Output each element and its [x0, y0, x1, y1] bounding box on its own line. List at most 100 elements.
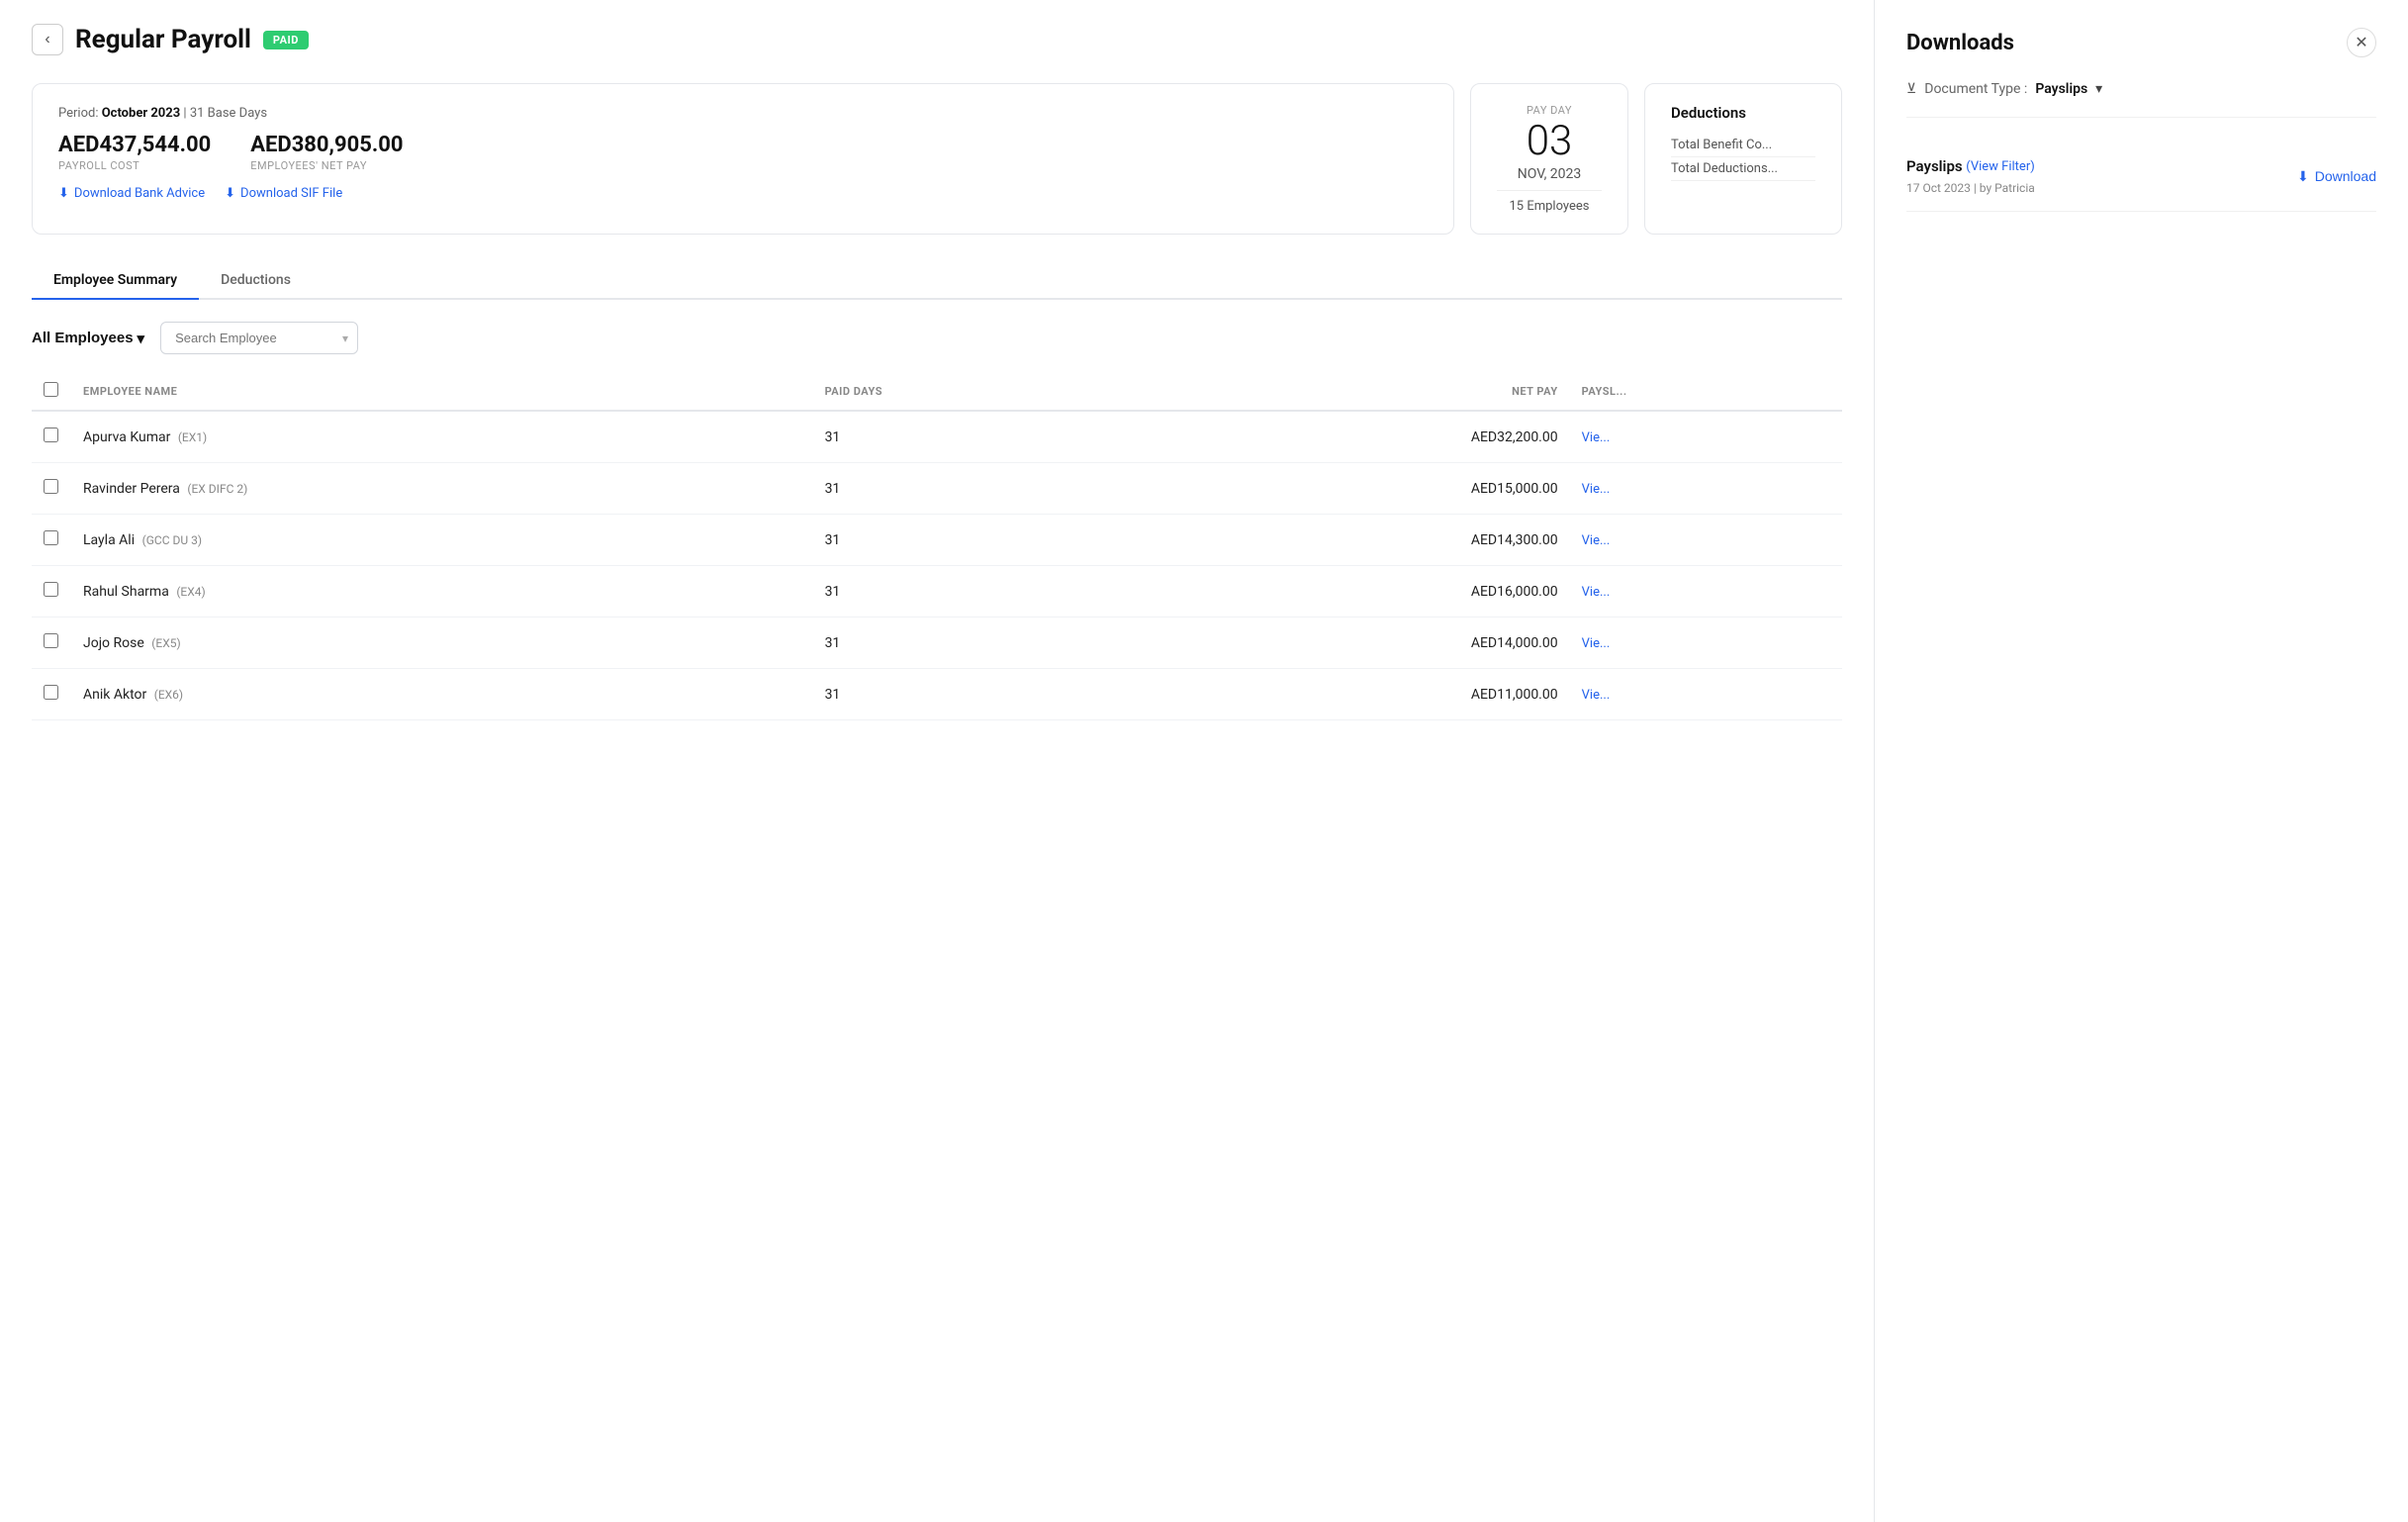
- download-sif-icon: ⬇: [225, 186, 235, 201]
- row-checkbox-5[interactable]: [44, 685, 58, 700]
- employee-code: (EX5): [151, 636, 180, 650]
- payroll-cost-block: AED437,544.00 PAYROLL COST: [58, 133, 211, 172]
- base-days: 31 Base Days: [190, 106, 267, 121]
- tab-deductions[interactable]: Deductions: [199, 262, 313, 300]
- view-payslip-link[interactable]: Vie...: [1582, 585, 1611, 600]
- all-employees-button[interactable]: All Employees ▾: [32, 330, 144, 347]
- row-employee-name: Anik Aktor (EX6): [71, 669, 813, 720]
- row-checkbox-2[interactable]: [44, 530, 58, 545]
- filters-row: All Employees ▾ ▾: [32, 322, 1842, 354]
- paid-badge: PAID: [263, 31, 309, 49]
- col-employee-name: EMPLOYEE NAME: [71, 372, 813, 411]
- net-pay-block: AED380,905.00 EMPLOYEES' NET PAY: [250, 133, 403, 172]
- row-net-pay: AED16,000.00: [1134, 566, 1569, 618]
- view-payslip-link[interactable]: Vie...: [1582, 482, 1611, 497]
- row-checkbox-cell: [32, 566, 71, 618]
- row-payslip: Vie...: [1570, 669, 1842, 720]
- doc-type-row: ⊻ Document Type : Payslips ▾: [1906, 81, 2376, 118]
- tabs-row: Employee Summary Deductions: [32, 262, 1842, 300]
- row-checkbox-cell: [32, 618, 71, 669]
- download-bank-icon: ⬇: [58, 186, 69, 201]
- table-row: Anik Aktor (EX6) 31 AED11,000.00 Vie...: [32, 669, 1842, 720]
- row-employee-name: Rahul Sharma (EX4): [71, 566, 813, 618]
- downloads-panel: Downloads ✕ ⊻ Document Type : Payslips ▾…: [1874, 0, 2408, 1522]
- panel-header: Downloads ✕: [1906, 28, 2376, 57]
- select-all-checkbox[interactable]: [44, 382, 58, 397]
- view-payslip-link[interactable]: Vie...: [1582, 636, 1611, 651]
- doc-type-value[interactable]: Payslips: [2035, 81, 2087, 97]
- employee-code: (EX6): [154, 688, 183, 702]
- net-pay-amount: AED380,905.00: [250, 133, 403, 157]
- panel-title: Downloads: [1906, 31, 2014, 55]
- col-net-pay: NET PAY: [1134, 372, 1569, 411]
- row-checkbox-3[interactable]: [44, 582, 58, 597]
- period-value: October 2023: [102, 106, 180, 121]
- table-row: Layla Ali (GCC DU 3) 31 AED14,300.00 Vie…: [32, 515, 1842, 566]
- pay-day-label: PAY DAY: [1497, 104, 1602, 117]
- download-payslips-button[interactable]: ⬇ Download: [2297, 168, 2376, 185]
- table-row: Ravinder Perera (EX DIFC 2) 31 AED15,000…: [32, 463, 1842, 515]
- row-employee-name: Jojo Rose (EX5): [71, 618, 813, 669]
- back-button[interactable]: ‹: [32, 24, 63, 55]
- summary-row: Period: October 2023 | 31 Base Days AED4…: [32, 83, 1842, 235]
- row-net-pay: AED15,000.00: [1134, 463, 1569, 515]
- payroll-cost-amount: AED437,544.00: [58, 133, 211, 157]
- employee-code: (EX4): [176, 585, 205, 599]
- select-all-header: [32, 372, 71, 411]
- row-checkbox-0[interactable]: [44, 428, 58, 442]
- doc-type-chevron-icon: ▾: [2095, 81, 2102, 97]
- pay-day-month: NOV, 2023: [1497, 166, 1602, 182]
- row-employee-name: Layla Ali (GCC DU 3): [71, 515, 813, 566]
- table-header-row: EMPLOYEE NAME PAID DAYS NET PAY PAYSL...: [32, 372, 1842, 411]
- close-panel-button[interactable]: ✕: [2347, 28, 2376, 57]
- deductions-row-1: Total Benefit Co...: [1671, 134, 1815, 157]
- row-payslip: Vie...: [1570, 463, 1842, 515]
- row-payslip: Vie...: [1570, 618, 1842, 669]
- doc-type-prefix: Document Type :: [1924, 81, 2027, 97]
- download-bank-advice-link[interactable]: ⬇ Download Bank Advice: [58, 186, 205, 201]
- page-title: Regular Payroll: [75, 25, 251, 54]
- row-checkbox-cell: [32, 463, 71, 515]
- row-net-pay: AED14,300.00: [1134, 515, 1569, 566]
- period-line: Period: October 2023 | 31 Base Days: [58, 106, 1428, 121]
- deductions-card: Deductions Total Benefit Co... Total Ded…: [1644, 83, 1842, 235]
- row-employee-name: Ravinder Perera (EX DIFC 2): [71, 463, 813, 515]
- pay-day-card: PAY DAY 03 NOV, 2023 15 Employees: [1470, 83, 1628, 235]
- tab-employee-summary[interactable]: Employee Summary: [32, 262, 199, 300]
- table-row: Jojo Rose (EX5) 31 AED14,000.00 Vie...: [32, 618, 1842, 669]
- chevron-down-icon: ▾: [138, 330, 145, 347]
- col-paid-days: PAID DAYS: [813, 372, 1135, 411]
- download-sif-link[interactable]: ⬇ Download SIF File: [225, 186, 342, 201]
- payslips-header: Payslips (View Filter): [1906, 157, 2035, 175]
- row-checkbox-cell: [32, 411, 71, 463]
- col-payslip: PAYSL...: [1570, 372, 1842, 411]
- row-paid-days: 31: [813, 463, 1135, 515]
- row-paid-days: 31: [813, 669, 1135, 720]
- employee-code: (GCC DU 3): [142, 533, 202, 547]
- row-paid-days: 31: [813, 618, 1135, 669]
- download-links: ⬇ Download Bank Advice ⬇ Download SIF Fi…: [58, 186, 1428, 201]
- row-checkbox-4[interactable]: [44, 633, 58, 648]
- row-checkbox-cell: [32, 669, 71, 720]
- payslips-title: Payslips: [1906, 157, 1963, 175]
- view-payslip-link[interactable]: Vie...: [1582, 430, 1611, 445]
- row-payslip: Vie...: [1570, 411, 1842, 463]
- row-paid-days: 31: [813, 515, 1135, 566]
- filter-icon: ⊻: [1906, 81, 1916, 97]
- view-filter-link[interactable]: (View Filter): [1966, 159, 2035, 174]
- view-payslip-link[interactable]: Vie...: [1582, 688, 1611, 703]
- row-checkbox-1[interactable]: [44, 479, 58, 494]
- employee-table: EMPLOYEE NAME PAID DAYS NET PAY PAYSL...…: [32, 372, 1842, 720]
- search-employee-input[interactable]: [160, 322, 358, 354]
- employee-code: (EX DIFC 2): [187, 482, 247, 496]
- row-paid-days: 31: [813, 411, 1135, 463]
- amounts-row: AED437,544.00 PAYROLL COST AED380,905.00…: [58, 133, 1428, 172]
- page-header: ‹ Regular Payroll PAID: [32, 24, 1842, 55]
- payroll-summary-card: Period: October 2023 | 31 Base Days AED4…: [32, 83, 1454, 235]
- row-net-pay: AED11,000.00: [1134, 669, 1569, 720]
- search-wrapper: ▾: [160, 322, 358, 354]
- row-paid-days: 31: [813, 566, 1135, 618]
- pay-day-employees: 15 Employees: [1497, 190, 1602, 214]
- view-payslip-link[interactable]: Vie...: [1582, 533, 1611, 548]
- download-arrow-icon: ⬇: [2297, 168, 2309, 185]
